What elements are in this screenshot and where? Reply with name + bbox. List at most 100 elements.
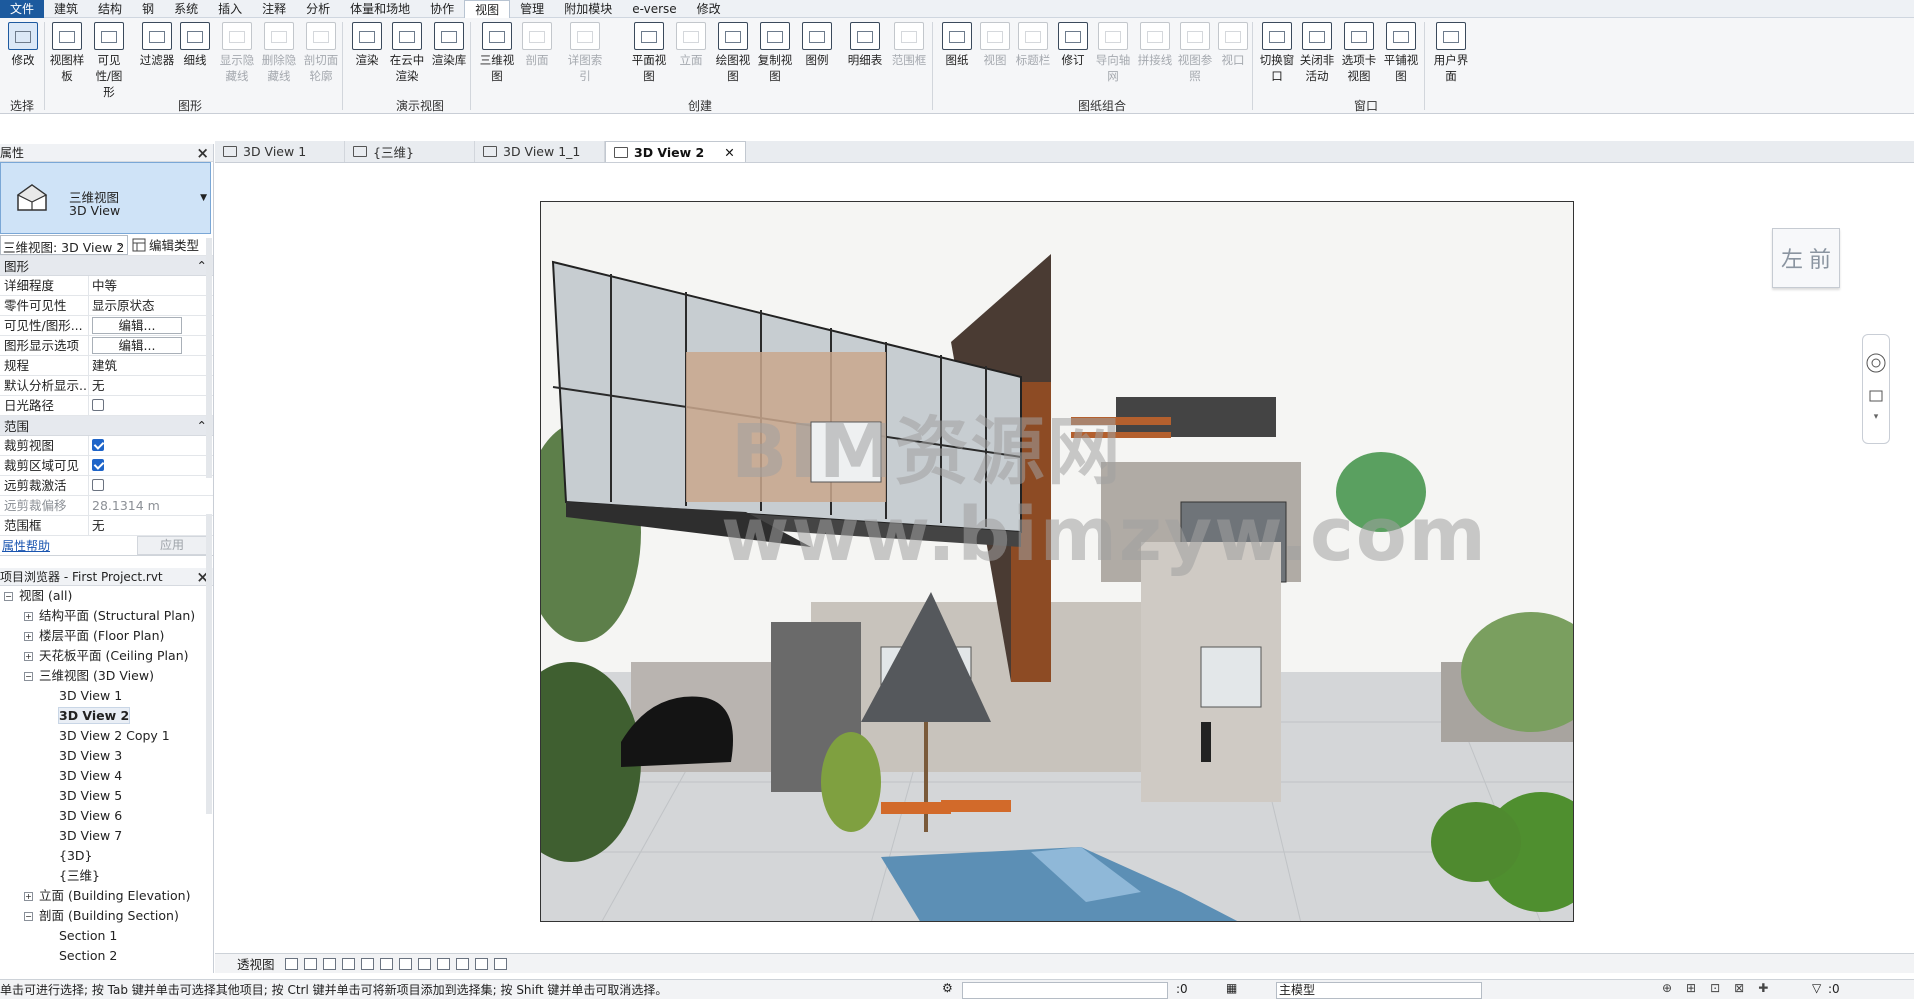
browser-tree-item[interactable]: {三维} (0, 866, 213, 886)
menu-item-14[interactable]: 修改 (687, 0, 731, 18)
detail-level-icon[interactable] (303, 957, 317, 970)
lock-view-icon[interactable] (436, 957, 450, 970)
view-tab[interactable]: {三维} (345, 141, 475, 162)
property-checkbox[interactable] (92, 399, 104, 411)
browser-scrollbar[interactable] (206, 514, 212, 814)
browser-tree-item[interactable]: 3D View 6 (0, 806, 213, 826)
chevron-down-icon[interactable]: ⌄ (116, 239, 124, 249)
browser-tree-item[interactable]: 3D View 1 (0, 686, 213, 706)
ribbon-button-5[interactable]: 显示隐藏线 (218, 22, 256, 84)
ribbon-button-30[interactable]: 关闭非活动 (1298, 22, 1336, 84)
zoom-icon[interactable] (1869, 390, 1883, 402)
instance-selector[interactable]: 三维视图: 3D View 2 ⌄ (0, 234, 128, 255)
ribbon-button-19[interactable]: 明细表 (846, 22, 884, 68)
properties-scrollbar[interactable] (206, 238, 212, 478)
ribbon-button-12[interactable]: 剖面 (518, 22, 556, 68)
ribbon-button-14[interactable]: 平面视图 (630, 22, 668, 84)
edit-type-button[interactable]: 编辑类型 (132, 235, 199, 254)
apply-button[interactable]: 应用 (137, 536, 207, 555)
ribbon-button-13[interactable]: 详图索引 (566, 22, 604, 84)
shadows-icon[interactable] (360, 957, 374, 970)
browser-tree-item[interactable]: Section 1 (0, 926, 213, 946)
workset-icon[interactable]: ⚙ (942, 981, 953, 995)
ribbon-button-22[interactable]: 视图 (976, 22, 1014, 68)
sun-path-icon[interactable] (341, 957, 355, 970)
type-selector[interactable]: 三维视图 3D View ▼ (0, 162, 211, 234)
browser-tree-item[interactable]: + 结构平面 (Structural Plan) (0, 606, 213, 626)
menu-item-3[interactable]: 钢 (132, 0, 164, 18)
filter-icon[interactable]: ▽ (1812, 981, 1821, 995)
ribbon-button-26[interactable]: 拼接线 (1136, 22, 1174, 68)
properties-help-link[interactable]: 属性帮助 (2, 537, 50, 554)
edit-button[interactable]: 编辑... (92, 337, 182, 354)
ribbon-group-label[interactable]: 图形 (170, 97, 210, 114)
menu-item-1[interactable]: 建筑 (44, 0, 88, 18)
menu-item-8[interactable]: 体量和场地 (340, 0, 420, 18)
property-checkbox[interactable] (92, 439, 104, 451)
menu-item-5[interactable]: 插入 (208, 0, 252, 18)
properties-section-header[interactable]: 范围 ⌃ (0, 416, 213, 436)
ribbon-button-16[interactable]: 绘图视图 (714, 22, 752, 84)
ribbon-button-28[interactable]: 视口 (1214, 22, 1252, 68)
browser-tree-item[interactable]: 3D View 4 (0, 766, 213, 786)
browser-tree-item[interactable]: + 天花板平面 (Ceiling Plan) (0, 646, 213, 666)
ribbon-button-9[interactable]: 在云中渲染 (388, 22, 426, 84)
design-option-combo[interactable]: 主模型 (1276, 982, 1482, 999)
browser-tree-item[interactable]: 3D View 2 Copy 1 (0, 726, 213, 746)
ribbon-button-27[interactable]: 视图参照 (1176, 22, 1214, 84)
view-tab[interactable]: 3D View 2 ✕ (605, 141, 746, 162)
show-crop-icon[interactable] (417, 957, 431, 970)
close-icon[interactable]: × (196, 145, 209, 161)
browser-tree-item[interactable]: + 楼层平面 (Floor Plan) (0, 626, 213, 646)
ribbon-button-2[interactable]: 可见性/图形 (90, 22, 128, 100)
viewcube-front-face[interactable]: 前 (1809, 242, 1831, 274)
browser-tree-item[interactable]: + 立面 (Building Elevation) (0, 886, 213, 906)
menu-item-11[interactable]: 管理 (510, 0, 554, 18)
ribbon-button-24[interactable]: 修订 (1054, 22, 1092, 68)
ribbon-button-6[interactable]: 删除隐藏线 (260, 22, 298, 84)
ribbon-button-3[interactable]: 过滤器 (138, 22, 176, 68)
ribbon-group-label[interactable]: 选择 (2, 97, 42, 114)
properties-section-header[interactable]: 图形 ⌃ (0, 256, 213, 276)
hide-isolate-icon[interactable] (455, 957, 469, 970)
browser-tree-item[interactable]: 3D View 3 (0, 746, 213, 766)
expand-icon[interactable]: + (24, 612, 33, 621)
menu-item-10[interactable]: 视图 (464, 0, 511, 18)
property-checkbox[interactable] (92, 459, 104, 471)
ribbon-button-25[interactable]: 导向轴网 (1094, 22, 1132, 84)
menu-item-4[interactable]: 系统 (164, 0, 208, 18)
menu-item-13[interactable]: e-verse (622, 0, 686, 18)
collapse-icon[interactable]: − (4, 592, 13, 601)
ribbon-button-15[interactable]: 立面 (672, 22, 710, 68)
property-value[interactable]: 无 (89, 376, 194, 395)
browser-tree-item[interactable]: − 剖面 (Building Section) (0, 906, 213, 926)
menu-item-9[interactable]: 协作 (420, 0, 464, 18)
browser-tree-item[interactable]: − 三维视图 (3D View) (0, 666, 213, 686)
menu-item-6[interactable]: 注释 (252, 0, 296, 18)
browser-tree-item[interactable]: 3D View 2 (0, 706, 213, 726)
close-tab-icon[interactable]: ✕ (724, 145, 734, 160)
chevron-down-icon[interactable]: ▼ (200, 193, 207, 203)
ribbon-button-20[interactable]: 范围框 (890, 22, 928, 68)
ribbon-button-32[interactable]: 平铺视图 (1382, 22, 1420, 84)
viewcube-left-face[interactable]: 左 (1781, 242, 1803, 274)
crop-view-icon[interactable] (398, 957, 412, 970)
3d-view-render[interactable]: BIM资源网 www.bimzyw.com (540, 201, 1574, 922)
property-value[interactable]: 28.1314 m (89, 496, 194, 515)
property-checkbox[interactable] (92, 479, 104, 491)
ribbon-button-7[interactable]: 剖切面轮廓 (302, 22, 340, 84)
ribbon-group-label[interactable]: 图纸组合 (1062, 97, 1142, 114)
ribbon-button-18[interactable]: 图例 (798, 22, 836, 68)
browser-tree-item[interactable]: Section 2 (0, 946, 213, 966)
view-tab[interactable]: 3D View 1 (215, 141, 345, 162)
expand-icon[interactable]: + (24, 892, 33, 901)
property-value[interactable]: 无 (89, 516, 194, 535)
ribbon-button-21[interactable]: 图纸 (938, 22, 976, 68)
ribbon-button-8[interactable]: 渲染 (348, 22, 386, 68)
design-option-icon[interactable]: ▦ (1226, 981, 1237, 995)
menu-item-0[interactable]: 文件 (0, 0, 45, 18)
selection-filter-icons[interactable]: ⊕⊞⊡⊠✚ (1662, 981, 1782, 995)
ribbon-button-33[interactable]: 用户界面 (1432, 22, 1470, 84)
ribbon-button-1[interactable]: 视图样板 (48, 22, 86, 84)
ribbon-button-23[interactable]: 标题栏 (1014, 22, 1052, 68)
